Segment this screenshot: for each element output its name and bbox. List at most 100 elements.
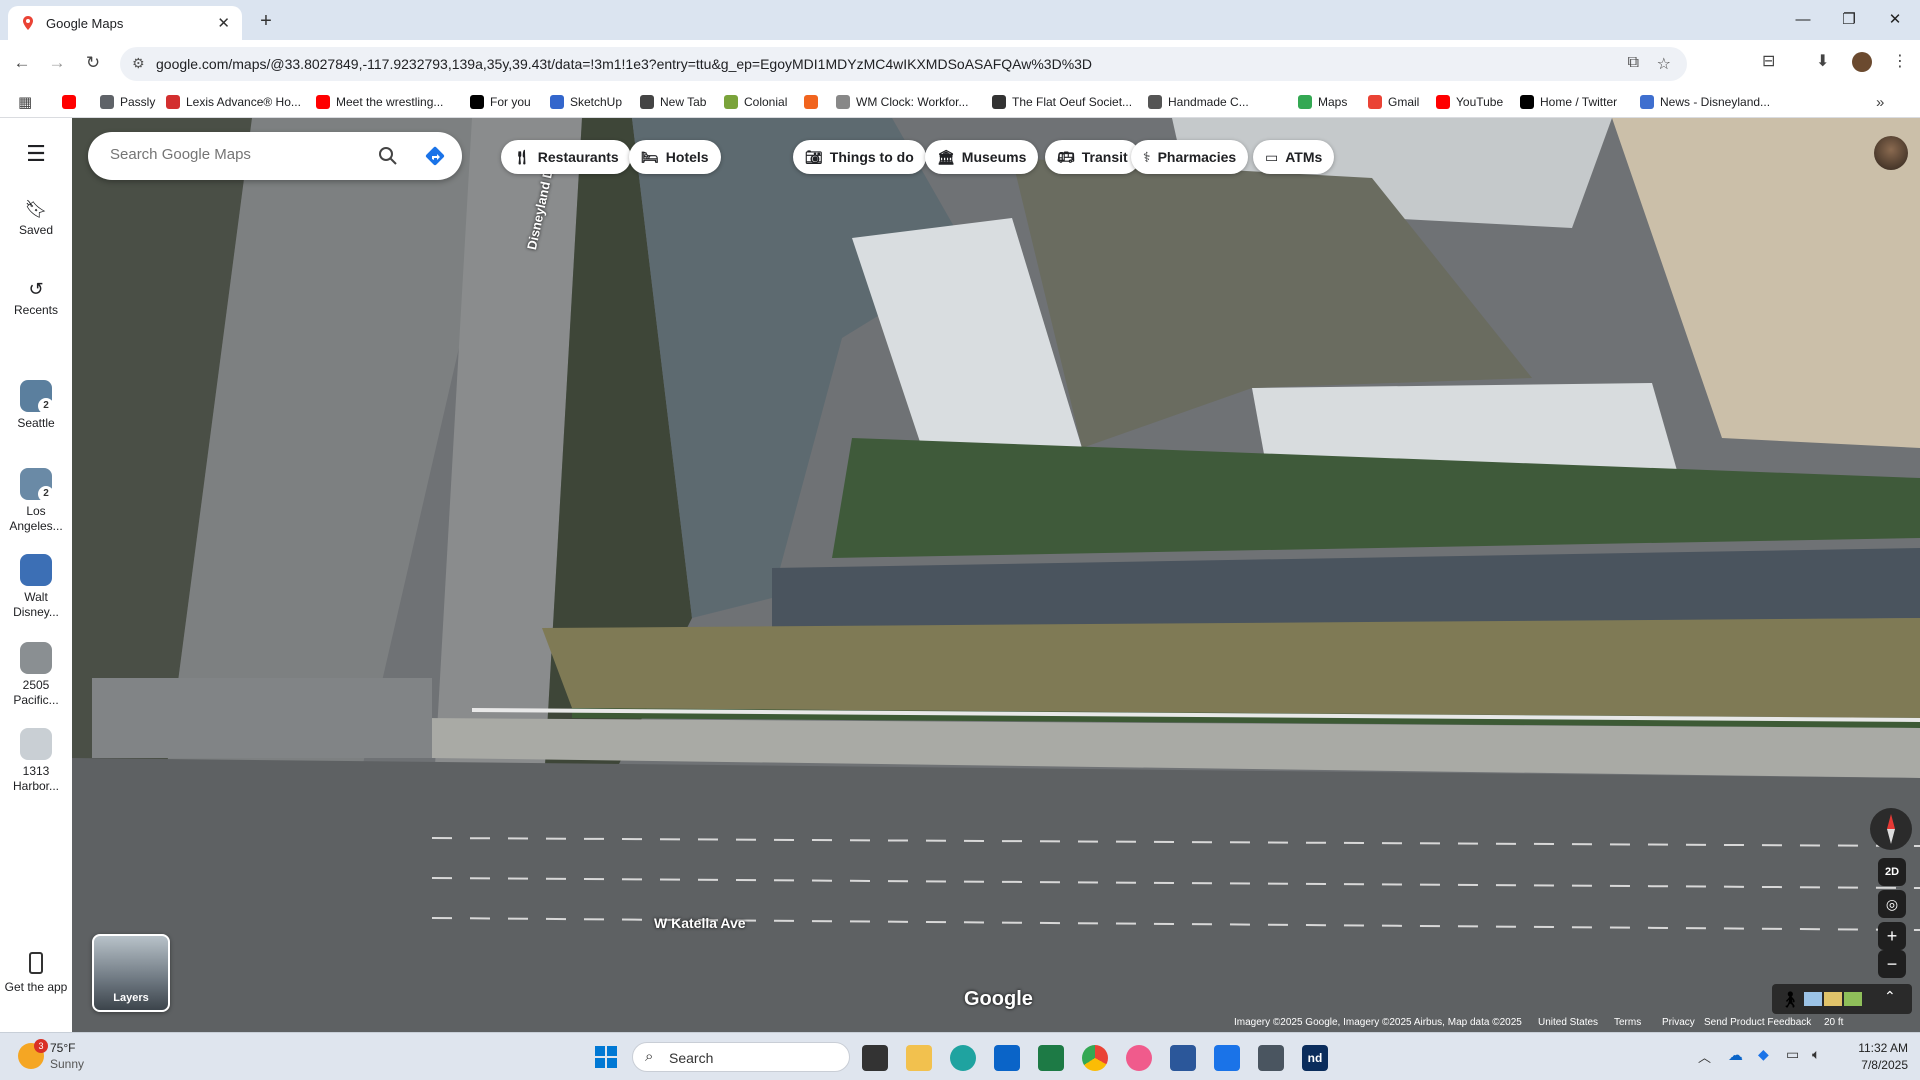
chip-pharmacies[interactable]: ⚕ Pharmacies bbox=[1131, 140, 1249, 174]
menu-hamburger-icon[interactable]: ☰ bbox=[0, 143, 72, 165]
bookmark-item[interactable]: Gmail bbox=[1368, 92, 1419, 112]
new-tab-button[interactable]: + bbox=[252, 8, 280, 36]
apps-grid-icon[interactable]: ▦ bbox=[18, 92, 32, 112]
bookmark-item[interactable]: News - Disneyland... bbox=[1640, 92, 1770, 112]
saved-button[interactable]: 🔖︎ Saved bbox=[0, 200, 72, 238]
menu-kebab-icon[interactable]: ⋮ bbox=[1892, 51, 1908, 71]
bookmark-item[interactable]: Meet the wrestling... bbox=[316, 92, 443, 112]
zoom-in-button[interactable]: + bbox=[1878, 922, 1906, 950]
windows-start-icon[interactable] bbox=[594, 1045, 618, 1069]
site-info-icon[interactable]: ⚙ bbox=[132, 55, 145, 72]
bookmark-item[interactable]: Passly bbox=[100, 92, 155, 112]
bus-icon: 🚌︎ bbox=[1057, 148, 1075, 165]
bookmark-item[interactable]: For you bbox=[470, 92, 531, 112]
recent-place-item[interactable]: 1313 Harbor... bbox=[0, 728, 72, 794]
account-avatar[interactable] bbox=[1874, 136, 1908, 170]
restore-icon[interactable]: ❐ bbox=[1826, 8, 1872, 32]
tab-search-icon[interactable]: ⊟ bbox=[1762, 51, 1775, 71]
bookmark-item[interactable]: The Flat Oeuf Societ... bbox=[992, 92, 1132, 112]
back-icon[interactable]: ← bbox=[9, 50, 35, 76]
compass-icon[interactable] bbox=[1870, 808, 1912, 850]
bookmark-item[interactable]: WM Clock: Workfor... bbox=[836, 92, 968, 112]
weather-temp[interactable]: 75°F bbox=[50, 1041, 75, 1055]
reload-icon[interactable]: ↻ bbox=[80, 50, 106, 76]
bookmark-item[interactable]: Colonial bbox=[724, 92, 787, 112]
pegman-icon[interactable]: 🚶︎ bbox=[1780, 990, 1800, 1010]
chrome-icon[interactable] bbox=[1082, 1045, 1108, 1071]
profile-avatar[interactable] bbox=[1852, 52, 1872, 72]
itunes-icon[interactable] bbox=[1126, 1045, 1152, 1071]
map-type-thumb-2[interactable] bbox=[1824, 992, 1842, 1006]
bookmark-item[interactable]: Maps bbox=[1298, 92, 1347, 112]
chip-atms[interactable]: ▭ ATMs bbox=[1253, 140, 1335, 174]
bookmark-item[interactable]: YouTube bbox=[1436, 92, 1503, 112]
country-link[interactable]: United States bbox=[1538, 1017, 1598, 1028]
map-type-thumb-1[interactable] bbox=[1804, 992, 1822, 1006]
file-explorer-icon[interactable] bbox=[906, 1045, 932, 1071]
terms-link[interactable]: Terms bbox=[1614, 1017, 1641, 1028]
my-location-icon[interactable]: ◎ bbox=[1878, 890, 1906, 918]
chip-things-to-do[interactable]: 📷︎ Things to do bbox=[793, 140, 926, 174]
expand-up-icon[interactable]: ⌃ bbox=[1884, 988, 1896, 1005]
volume-icon[interactable]: 🔈︎ bbox=[1812, 1046, 1820, 1063]
chip-restaurants[interactable]: 🍴︎ Restaurants bbox=[501, 140, 631, 174]
zoom-out-button[interactable]: − bbox=[1878, 950, 1906, 978]
bookmark-item[interactable]: Lexis Advance® Ho... bbox=[166, 92, 301, 112]
recents-button[interactable]: ↺ Recents bbox=[0, 280, 72, 318]
nd-app-icon[interactable]: nd bbox=[1302, 1045, 1328, 1071]
satellite-imagery[interactable] bbox=[72, 118, 1920, 1032]
camera-app-icon[interactable] bbox=[1258, 1045, 1284, 1071]
excel-icon[interactable] bbox=[1038, 1045, 1064, 1071]
notepad-icon[interactable] bbox=[1214, 1045, 1240, 1071]
recent-place-item[interactable]: 2505 Pacific... bbox=[0, 642, 72, 708]
get-app-button[interactable]: Get the app bbox=[0, 952, 72, 995]
weather-icon[interactable]: 3 bbox=[18, 1039, 48, 1069]
feedback-link[interactable]: Send Product Feedback bbox=[1704, 1017, 1811, 1028]
url-text[interactable]: google.com/maps/@33.8027849,-117.9232793… bbox=[156, 56, 1092, 72]
weather-desc[interactable]: Sunny bbox=[50, 1057, 84, 1071]
bookmark-item[interactable]: Handmade C... bbox=[1148, 92, 1249, 112]
chip-transit[interactable]: 🚌︎ Transit bbox=[1045, 140, 1140, 174]
taskbar-search[interactable]: ⌕ Search bbox=[632, 1042, 850, 1072]
privacy-link[interactable]: Privacy bbox=[1662, 1017, 1695, 1028]
task-view-icon[interactable] bbox=[862, 1045, 888, 1071]
directions-icon[interactable] bbox=[424, 145, 446, 167]
address-bar[interactable]: ⚙ google.com/maps/@33.8027849,-117.92327… bbox=[120, 47, 1687, 81]
clock-time[interactable]: 11:32 AM bbox=[1842, 1041, 1908, 1055]
bookmark-item[interactable] bbox=[62, 92, 82, 112]
edge-icon[interactable] bbox=[950, 1045, 976, 1071]
bookmark-item[interactable]: New Tab bbox=[640, 92, 706, 112]
bookmark-item[interactable]: SketchUp bbox=[550, 92, 622, 112]
tray-app-icon[interactable]: ◆ bbox=[1758, 1046, 1769, 1063]
word-icon[interactable] bbox=[1170, 1045, 1196, 1071]
search-icon[interactable] bbox=[378, 146, 398, 166]
chip-museums[interactable]: 🏛︎ Museums bbox=[925, 140, 1039, 174]
view-2d-toggle[interactable]: 2D bbox=[1878, 858, 1906, 886]
close-tab-icon[interactable]: ✕ bbox=[217, 14, 230, 32]
recent-place-item[interactable]: Walt Disney... bbox=[0, 554, 72, 620]
bookmark-star-icon[interactable]: ☆ bbox=[1657, 54, 1671, 74]
satellite-map[interactable]: Disneyland Dr W Katella Ave 🍴︎Restaurant… bbox=[72, 118, 1920, 1032]
tray-chevron-icon[interactable]: ︿ bbox=[1698, 1047, 1711, 1066]
map-type-thumb-3[interactable] bbox=[1844, 992, 1862, 1006]
download-icon[interactable]: ⬇ bbox=[1816, 51, 1829, 71]
search-input[interactable] bbox=[110, 146, 370, 163]
onedrive-icon[interactable]: ☁ bbox=[1728, 1046, 1743, 1064]
chip-label: Transit bbox=[1081, 149, 1128, 165]
bookmark-item[interactable] bbox=[804, 92, 824, 112]
clock-date[interactable]: 7/8/2025 bbox=[1842, 1058, 1908, 1072]
recent-place-item[interactable]: 2 Seattle bbox=[0, 380, 72, 431]
browser-tab[interactable]: Google Maps ✕ bbox=[8, 6, 242, 40]
forward-icon[interactable]: → bbox=[44, 50, 70, 76]
map-type-strip[interactable]: 🚶︎ ⌃ bbox=[1772, 984, 1912, 1014]
install-app-icon[interactable]: ⧉ bbox=[1628, 54, 1639, 72]
close-window-icon[interactable]: ✕ bbox=[1872, 8, 1918, 32]
network-icon[interactable]: ▭ bbox=[1786, 1046, 1799, 1063]
more-bookmarks-icon[interactable]: » bbox=[1876, 92, 1884, 112]
outlook-icon[interactable] bbox=[994, 1045, 1020, 1071]
minimize-icon[interactable]: — bbox=[1780, 8, 1826, 32]
chip-hotels[interactable]: 🛏︎ Hotels bbox=[629, 140, 721, 174]
bookmark-item[interactable]: Home / Twitter bbox=[1520, 92, 1617, 112]
recent-place-item[interactable]: 2 Los Angeles... bbox=[0, 468, 72, 534]
layers-button[interactable]: Layers bbox=[92, 934, 170, 1012]
